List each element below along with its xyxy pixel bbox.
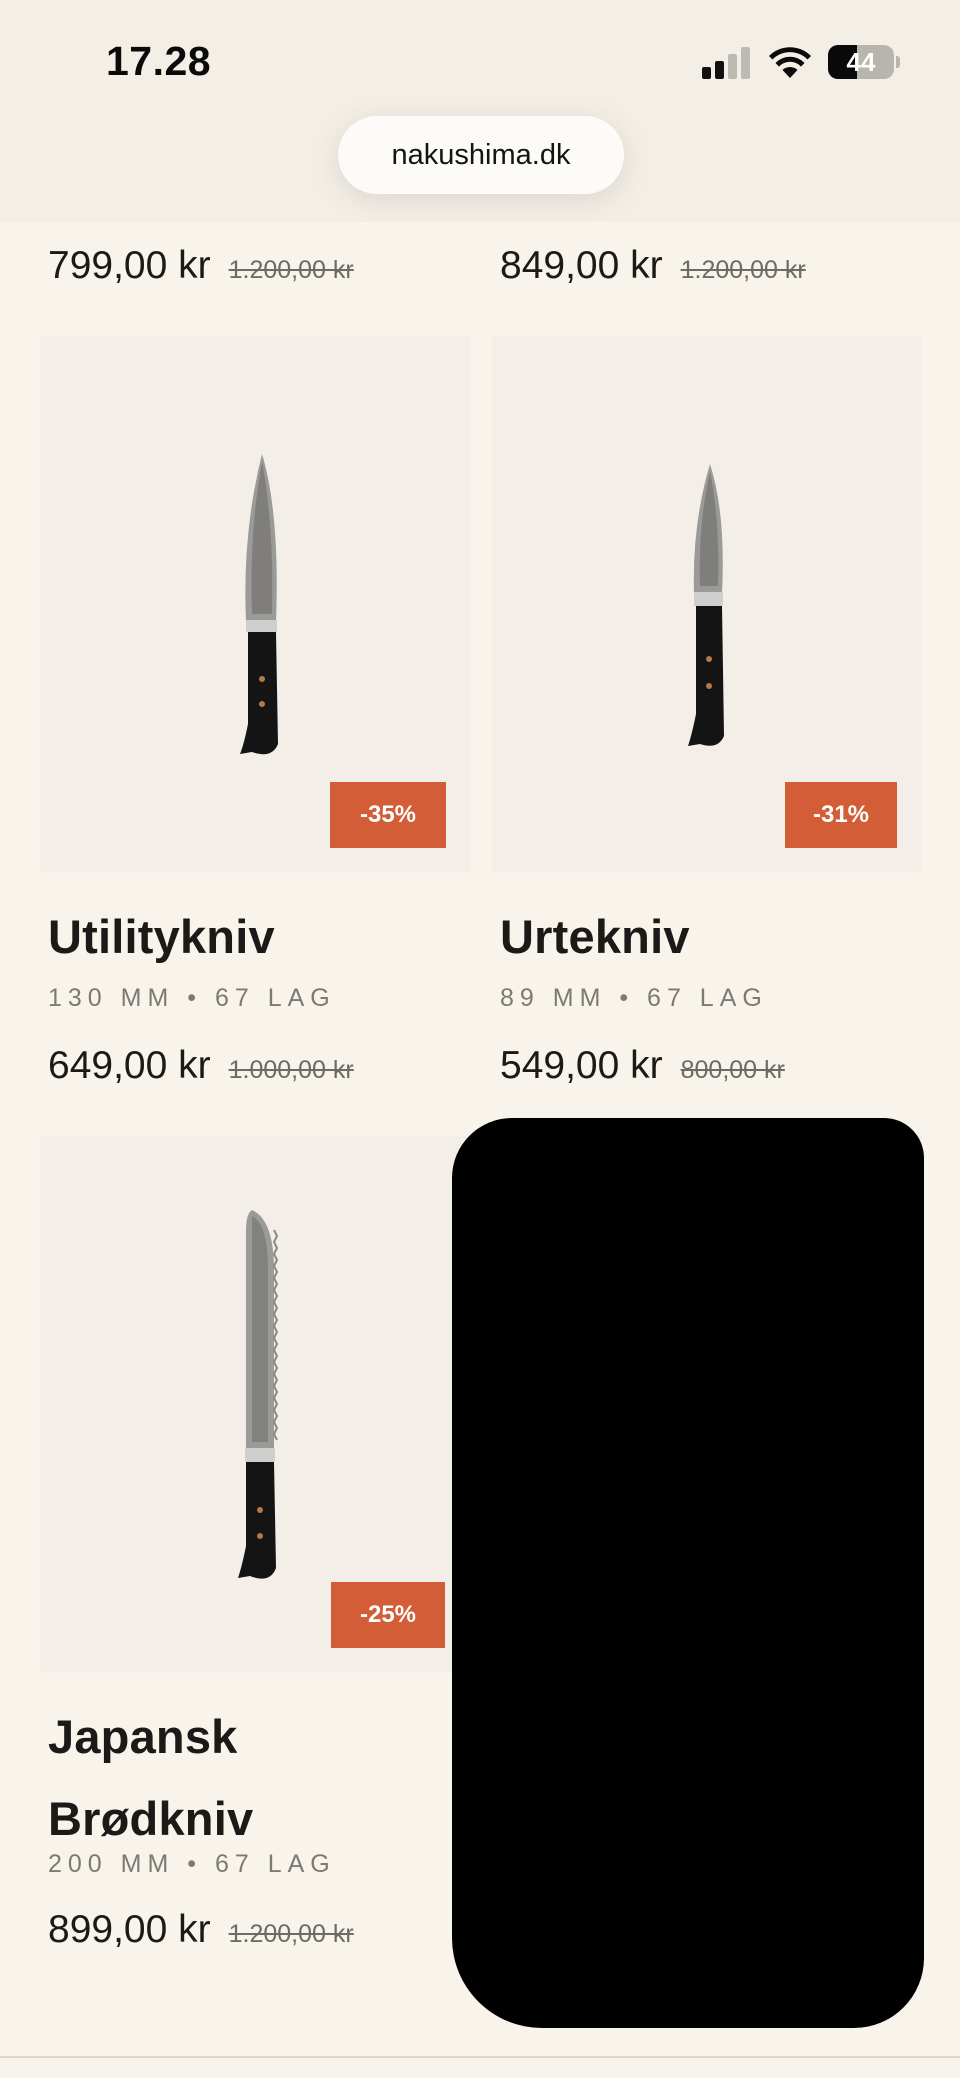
status-time: 17.28 [106,38,212,84]
product-price: 649,00 kr [48,1044,211,1087]
product-title-line: Japansk [48,1710,238,1763]
product-spec: 200 MM • 67 LAG [48,1850,336,1878]
product-old-price: 1.200,00 kr [228,1920,354,1948]
product-title-line: Brødkniv [48,1792,254,1845]
price-row: 899,00 kr 1.200,00 kr [48,1908,354,1968]
battery-icon: 44 [828,45,894,79]
battery-tip [896,56,900,68]
product-old-price: 1.200,00 kr [228,256,354,284]
utility-knife-image [240,454,278,755]
product-price: 899,00 kr [48,1908,211,1951]
product-image-card[interactable]: -31% [492,336,922,872]
wifi-icon [769,47,811,78]
product-price: 549,00 kr [500,1044,663,1087]
cellular-signal-icon [702,47,752,79]
product-spec: 89 MM • 67 LAG [500,984,768,1012]
product-image-card[interactable]: -35% [40,336,470,872]
product-title[interactable]: Urtekniv [500,896,690,978]
discount-badge: -31% [785,782,897,848]
paring-knife-image [688,464,724,746]
discount-badge: -35% [330,782,446,848]
product-title[interactable]: Utilitykniv [48,896,275,978]
status-bar: 17.28 44 [0,0,960,125]
product-old-price: 800,00 kr [680,1056,785,1084]
price-row-top-left: 799,00 kr 1.200,00 kr [48,244,354,304]
bread-knife-image [238,1210,279,1579]
url-bar[interactable]: nakushima.dk [338,116,624,194]
divider [0,2056,960,2058]
product-title[interactable]: Japansk Brødkniv [48,1696,253,1860]
redaction-mark [452,1118,924,2028]
product-spec: 130 MM • 67 LAG [48,984,336,1012]
price-row: 649,00 kr 1.000,00 kr [48,1044,354,1104]
price-row: 549,00 kr 800,00 kr [500,1044,785,1104]
product-price: 849,00 kr [500,244,663,287]
price-row-top-right: 849,00 kr 1.200,00 kr [500,244,806,304]
battery-level: 44 [846,47,876,77]
product-price: 799,00 kr [48,244,211,287]
discount-badge: -25% [331,1582,445,1648]
product-old-price: 1.200,00 kr [680,256,806,284]
product-image-card[interactable]: -25% [40,1136,470,1672]
product-old-price: 1.000,00 kr [228,1056,354,1084]
